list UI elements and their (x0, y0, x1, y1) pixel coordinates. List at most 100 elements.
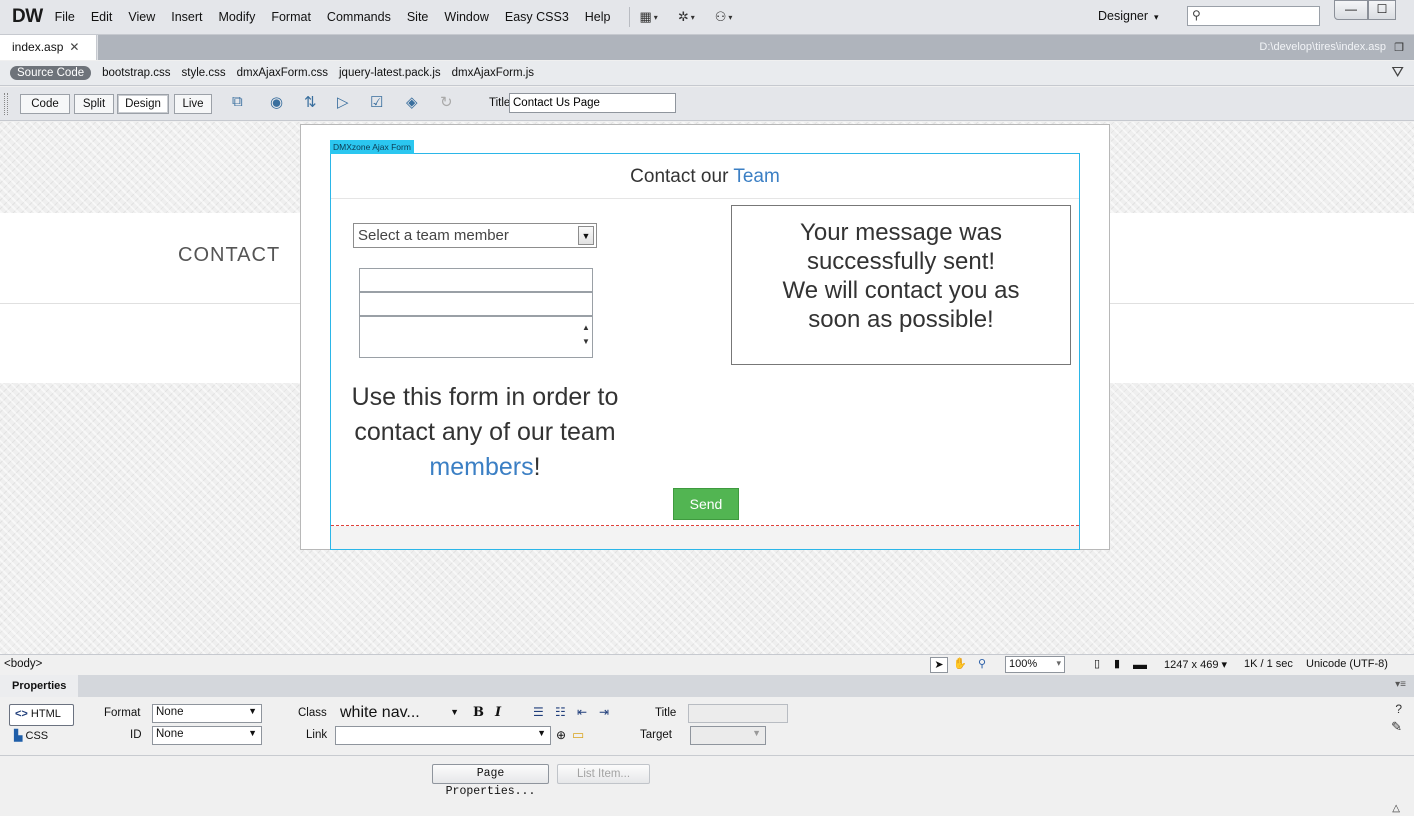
expand-panel-icon[interactable]: △ (1392, 803, 1400, 814)
html-mode-label: HTML (30, 708, 61, 720)
ajax-form-tag[interactable]: DMXzone Ajax Form (330, 140, 414, 154)
file-management-icon[interactable]: ⇅ (304, 93, 317, 111)
related-file-bootstrap[interactable]: bootstrap.css (102, 67, 170, 79)
zoom-tool-icon[interactable]: ⚲ (973, 657, 991, 673)
w3c-validation-icon[interactable]: ▷ (337, 93, 349, 111)
workspace-switcher[interactable]: Designer ▾ (1098, 9, 1159, 23)
success-message-box: Your message was successfully sent! We w… (731, 205, 1071, 365)
window-size[interactable]: 1247 x 469 ▾ (1164, 658, 1227, 671)
success-line-3: We will contact you as (782, 277, 1020, 304)
properties-tab[interactable]: Properties (0, 675, 78, 697)
maximize-button[interactable]: ☐ (1368, 0, 1396, 20)
contact-nav-link[interactable]: CONTACT (178, 244, 280, 267)
zoom-select[interactable]: 100% ▾ (1005, 656, 1065, 673)
menu-file[interactable]: File (55, 10, 75, 24)
css-mode-button[interactable]: ▙ CSS (9, 726, 74, 748)
menu-commands[interactable]: Commands (327, 10, 391, 24)
unordered-list-icon[interactable]: ☰ (533, 705, 544, 719)
menu-view[interactable]: View (128, 10, 155, 24)
intro-line-1: Use this form in order to (351, 383, 619, 411)
name-field[interactable] (359, 268, 593, 292)
success-line-1: Your message was (800, 219, 1002, 246)
class-select[interactable]: white nav... ▼ (335, 704, 463, 725)
menu-help[interactable]: Help (585, 10, 611, 24)
preview-browser-icon[interactable]: ◉ (270, 93, 283, 111)
search-icon: ⚲ (1192, 8, 1201, 22)
code-view-button[interactable]: Code (20, 94, 70, 114)
chevron-down-icon: ▼ (248, 706, 257, 716)
source-code-pill[interactable]: Source Code (10, 66, 92, 80)
properties-divider (0, 755, 1414, 756)
bold-button[interactable]: B (473, 705, 484, 720)
target-select[interactable]: ▼ (690, 726, 766, 745)
link-label: Link (306, 729, 328, 741)
title-attr-label: Title (655, 707, 677, 719)
live-view-button[interactable]: Live (174, 94, 212, 114)
close-icon[interactable]: ✕ (69, 40, 79, 54)
help-icon[interactable]: ? (1395, 702, 1402, 716)
html-mode-button[interactable]: <> HTML (9, 704, 74, 726)
title-attr-input[interactable] (688, 704, 788, 723)
tag-selector[interactable]: <body> (4, 658, 42, 670)
filter-icon[interactable]: ⛛ (1391, 64, 1404, 81)
point-to-file-icon[interactable]: ⊕ (556, 728, 566, 742)
related-file-dmxajaxform-css[interactable]: dmxAjaxForm.css (237, 67, 328, 79)
tablet-size-icon[interactable]: ▮ (1108, 657, 1126, 673)
folder-icon[interactable]: ▭ (572, 727, 584, 743)
layout-menu-icon[interactable]: ▦ ▾ (640, 9, 658, 25)
split-view-button[interactable]: Split (74, 94, 114, 114)
related-file-style[interactable]: style.css (182, 67, 226, 79)
menu-modify[interactable]: Modify (219, 10, 256, 24)
team-member-select[interactable]: Select a team member ▼ (353, 223, 597, 248)
menu-window[interactable]: Window (444, 10, 488, 24)
form-title-divider (331, 198, 1079, 199)
indent-icon[interactable]: ⇥ (599, 705, 609, 719)
check-browser-icon[interactable]: ☑ (370, 93, 383, 111)
menu-easy-css3[interactable]: Easy CSS3 (505, 10, 569, 24)
panel-menu-icon[interactable]: ▾≡ (1395, 679, 1406, 690)
link-input[interactable]: ▼ (335, 726, 551, 745)
related-file-dmxajaxform-js[interactable]: dmxAjaxForm.js (452, 67, 534, 79)
hand-tool-icon[interactable]: ✋ (951, 657, 969, 673)
html-code-icon: <> (15, 708, 28, 720)
menu-format[interactable]: Format (271, 10, 311, 24)
toolbar-grip[interactable] (4, 93, 8, 115)
outdent-icon[interactable]: ⇤ (577, 705, 587, 719)
design-view-button[interactable]: Design (117, 94, 169, 114)
site-menu-icon[interactable]: ⚇ ▾ (715, 9, 733, 25)
chevron-down-icon[interactable]: ▼ (578, 226, 594, 245)
menu-insert[interactable]: Insert (171, 10, 202, 24)
multiscreen-icon[interactable]: ⧉ (232, 93, 243, 110)
id-select[interactable]: None ▼ (152, 726, 262, 745)
format-select[interactable]: None ▼ (152, 704, 262, 723)
gear-menu-icon[interactable]: ✲ ▾ (678, 9, 695, 25)
menu-edit[interactable]: Edit (91, 10, 113, 24)
title-input[interactable] (509, 93, 676, 113)
target-label: Target (640, 729, 672, 741)
design-canvas[interactable]: CONTACT DMXzone Ajax Form Contact our Te… (0, 122, 1414, 654)
search-input[interactable]: ⚲ (1187, 6, 1320, 26)
italic-button[interactable]: I (495, 705, 501, 720)
minimize-button[interactable]: — (1334, 0, 1368, 20)
page-properties-button[interactable]: Page Properties... (432, 764, 549, 798)
email-field[interactable] (359, 292, 593, 316)
send-button[interactable]: Send (673, 488, 739, 520)
refresh-icon[interactable]: ↻ (440, 93, 453, 111)
quick-tag-editor-icon[interactable]: ✎ (1391, 719, 1402, 735)
textarea-scroll-arrows[interactable]: ▲ ▼ (581, 321, 591, 349)
ordered-list-icon[interactable]: ☷ (555, 705, 566, 719)
pointer-tool-icon[interactable]: ➤ (930, 657, 948, 673)
message-textarea[interactable]: ▲ ▼ (359, 316, 593, 358)
menu-site[interactable]: Site (407, 10, 429, 24)
document-tab[interactable]: index.asp ✕ (0, 35, 97, 60)
visual-aids-icon[interactable]: ◈ (406, 93, 418, 111)
restore-window-icon[interactable]: ❐ (1394, 41, 1404, 54)
form-title-text: Contact our (630, 166, 729, 187)
desktop-size-icon[interactable]: ▬ (1131, 657, 1149, 673)
intro-end: ! (533, 453, 541, 481)
list-item-button[interactable]: List Item... (557, 764, 650, 784)
success-line-2: successfully sent! (806, 248, 996, 275)
related-file-jquery[interactable]: jquery-latest.pack.js (339, 67, 441, 79)
window-size-value: 1247 x 469 (1164, 659, 1219, 671)
mobile-size-icon[interactable]: ▯ (1088, 657, 1106, 673)
